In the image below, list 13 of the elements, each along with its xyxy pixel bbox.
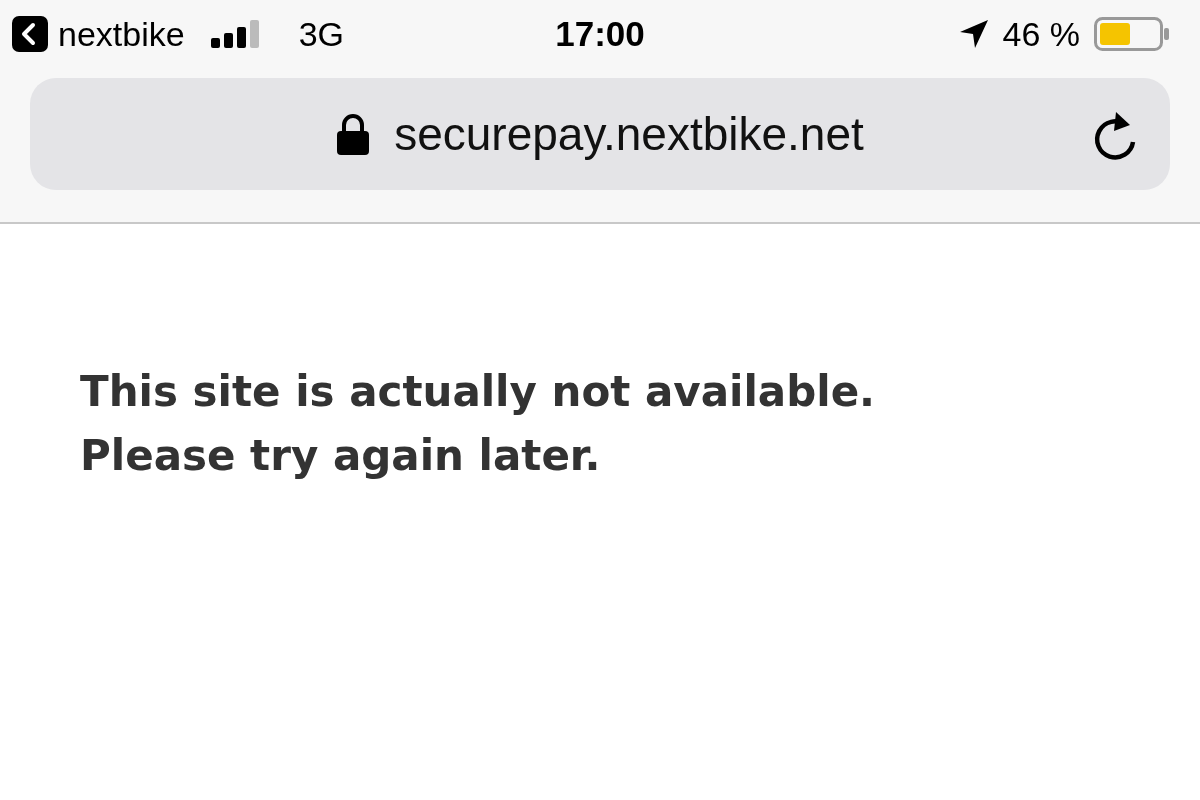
error-message: Please try again later. (80, 430, 602, 482)
battery-percent: 46 % (1002, 14, 1080, 54)
network-type: 3G (298, 14, 344, 54)
address-bar[interactable]: securepay.nextbike.net (30, 78, 1170, 190)
signal-icon (210, 20, 261, 48)
clock: 17:00 (555, 14, 645, 54)
error-message: This site is actually not available. (80, 366, 877, 418)
url-text: securepay.nextbike.net (394, 107, 864, 161)
lock-icon (336, 112, 371, 156)
back-icon[interactable] (12, 16, 48, 52)
back-app-label[interactable]: nextbike (58, 14, 185, 54)
battery-icon (1094, 17, 1170, 51)
location-arrow-icon (958, 19, 989, 49)
